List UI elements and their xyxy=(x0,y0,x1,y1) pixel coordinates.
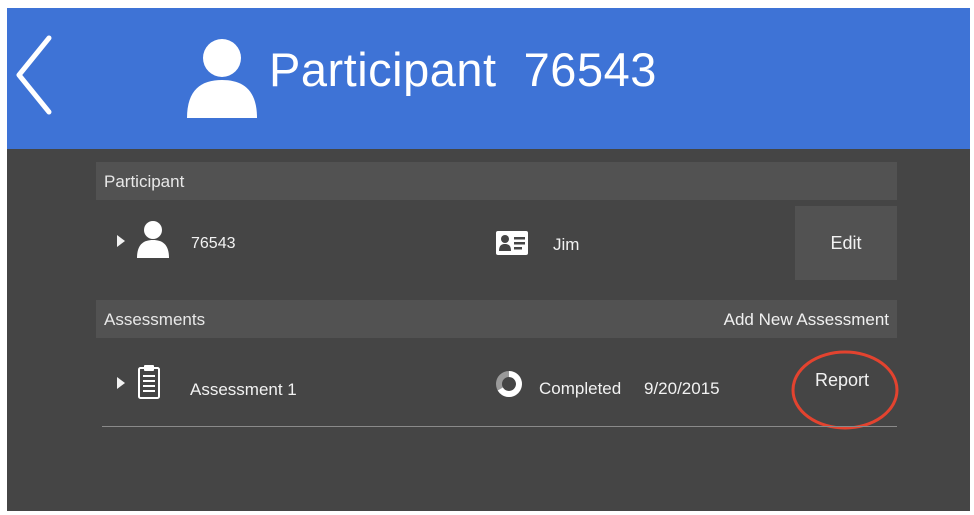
edit-button-label: Edit xyxy=(830,232,862,253)
progress-ring-icon xyxy=(496,371,522,397)
app-frame: Participant 76543 Participant 76543 Jim … xyxy=(7,8,970,511)
id-card-icon xyxy=(496,231,528,255)
participant-id: 76543 xyxy=(191,235,236,252)
highlight-circle-icon xyxy=(791,350,899,430)
assessment-date: 9/20/2015 xyxy=(644,379,720,398)
participant-section-label: Participant xyxy=(104,172,185,191)
assessment-status: Completed xyxy=(539,379,622,398)
back-button[interactable] xyxy=(9,30,59,120)
chevron-left-icon xyxy=(16,35,52,115)
page-title: Participant 76543 xyxy=(269,43,657,96)
participant-section-header: Participant xyxy=(96,162,897,200)
user-icon xyxy=(137,221,169,258)
clipboard-icon xyxy=(138,365,160,399)
assessments-section-header: Assessments Add New Assessment xyxy=(96,300,897,338)
user-icon xyxy=(187,39,257,118)
report-button[interactable]: Report xyxy=(789,348,901,434)
expand-arrow-icon[interactable] xyxy=(117,235,125,247)
edit-button[interactable]: Edit xyxy=(795,206,897,280)
assessment-name: Assessment 1 xyxy=(190,380,297,399)
participant-name: Jim xyxy=(553,235,580,254)
header-bar: Participant 76543 xyxy=(7,8,970,149)
assessments-section-label: Assessments xyxy=(104,310,206,329)
row-divider xyxy=(102,426,897,427)
expand-arrow-icon[interactable] xyxy=(117,377,125,389)
report-button-label: Report xyxy=(815,370,870,390)
add-new-assessment-button[interactable]: Add New Assessment xyxy=(724,310,889,330)
